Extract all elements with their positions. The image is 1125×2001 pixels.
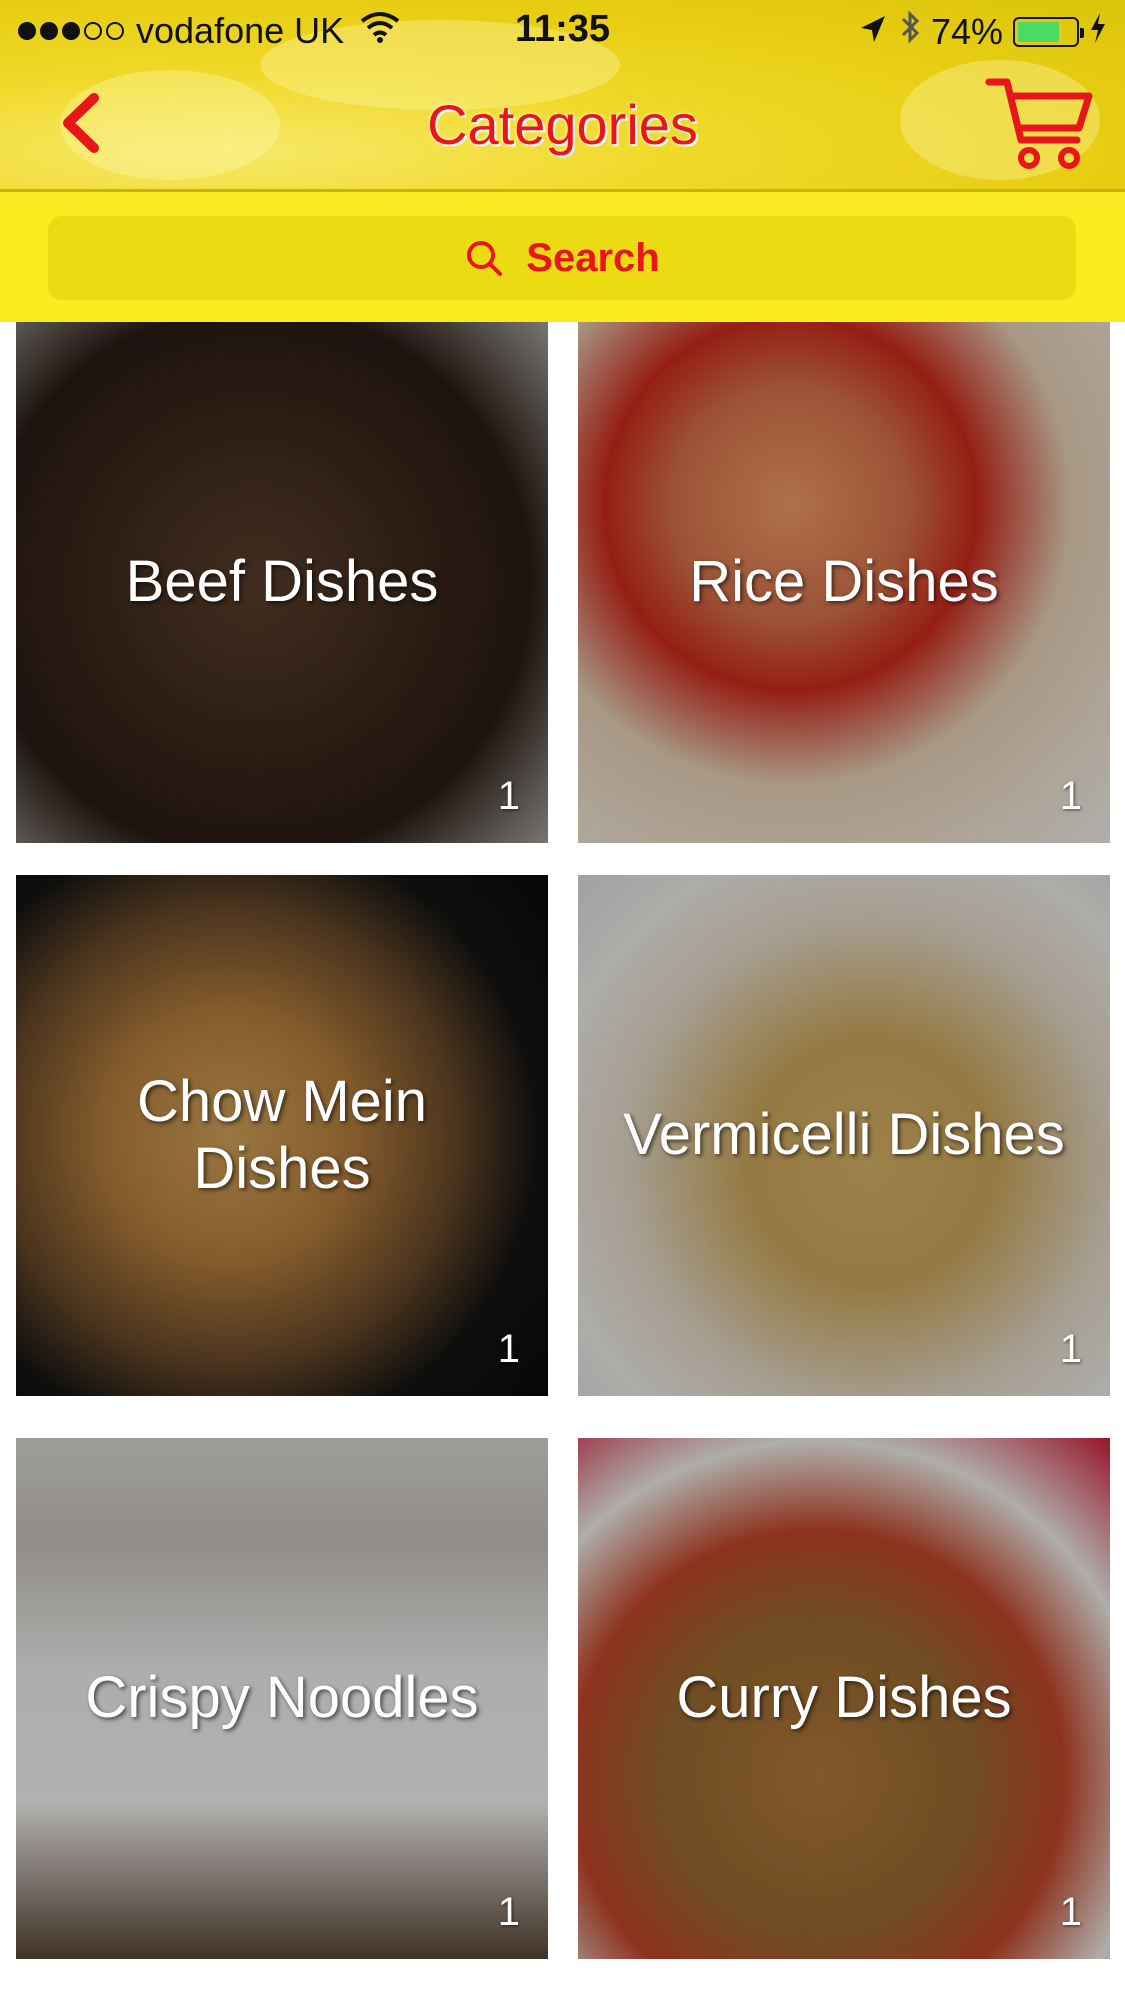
search-label: Search bbox=[526, 235, 660, 280]
category-name: Vermicelli Dishes bbox=[623, 1102, 1065, 1168]
item-count: 1 bbox=[497, 1890, 520, 1934]
page-title: Categories bbox=[427, 93, 698, 156]
location-arrow-icon bbox=[859, 11, 887, 53]
search-icon bbox=[467, 241, 503, 276]
category-tile-crispy-noodles[interactable]: Crispy Noodles 1 bbox=[16, 1438, 548, 1959]
category-name: Crispy Noodles bbox=[85, 1665, 479, 1731]
battery-percentage: 74% bbox=[930, 10, 1003, 52]
bluetooth-icon bbox=[899, 10, 921, 53]
cart-icon bbox=[985, 78, 1093, 169]
battery-tip bbox=[1080, 27, 1084, 38]
charging-bolt-icon bbox=[1089, 11, 1107, 53]
navigation-bar: vodafone UK 11:35 74% Categories bbox=[0, 0, 1125, 192]
cart-button[interactable] bbox=[985, 74, 1095, 174]
category-name: Curry Dishes bbox=[676, 1665, 1012, 1731]
category-name: Rice Dishes bbox=[689, 549, 999, 615]
item-count: 1 bbox=[1059, 1890, 1082, 1934]
category-tile-beef-dishes[interactable]: Beef Dishes 1 bbox=[16, 322, 548, 843]
category-grid: Beef Dishes 1 Rice Dishes 1 Chow Mein Di… bbox=[0, 322, 1125, 2001]
search-bar-container: Search bbox=[0, 192, 1125, 322]
item-count: 1 bbox=[1059, 1327, 1082, 1371]
battery-icon bbox=[1013, 16, 1084, 47]
item-count: 1 bbox=[497, 774, 520, 818]
category-tile-curry-dishes[interactable]: Curry Dishes 1 bbox=[578, 1438, 1110, 1959]
search-button[interactable]: Search bbox=[48, 216, 1076, 300]
status-bar: vodafone UK 11:35 74% bbox=[0, 0, 1125, 62]
category-tile-vermicelli-dishes[interactable]: Vermicelli Dishes 1 bbox=[578, 875, 1110, 1396]
category-tile-rice-dishes[interactable]: Rice Dishes 1 bbox=[578, 322, 1110, 843]
system-indicators: 74% bbox=[859, 10, 1107, 53]
item-count: 1 bbox=[497, 1327, 520, 1371]
category-name: Beef Dishes bbox=[125, 549, 439, 615]
item-count: 1 bbox=[1059, 774, 1082, 818]
category-tile-chow-mein-dishes[interactable]: Chow Mein Dishes 1 bbox=[16, 875, 548, 1396]
battery-level-fill bbox=[1018, 21, 1060, 42]
category-name: Chow Mein Dishes bbox=[136, 1068, 428, 1201]
